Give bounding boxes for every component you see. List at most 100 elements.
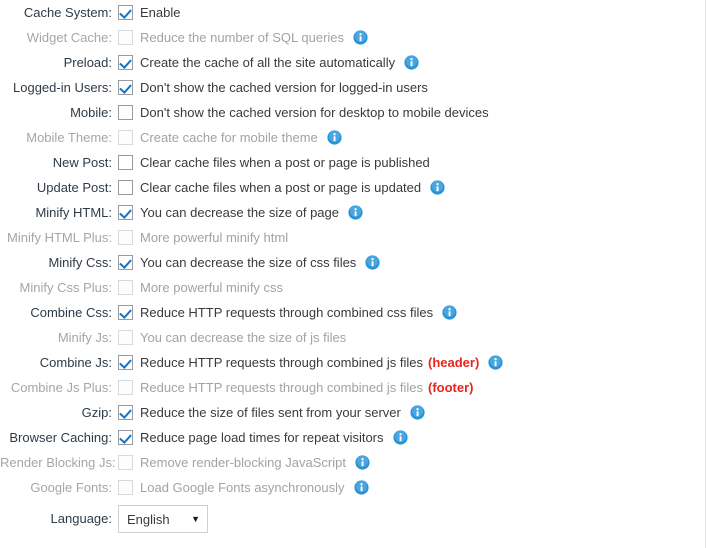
checkbox[interactable] (118, 255, 133, 270)
checkbox (118, 230, 133, 245)
settings-row: Minify Css Plus: More powerful minify css (0, 275, 705, 300)
option-label: You can decrease the size of js files (140, 330, 347, 345)
row-label: Language: (50, 511, 112, 526)
option-label: You can decrease the size of css files (140, 255, 357, 270)
checkbox[interactable] (118, 155, 133, 170)
row-label: Minify HTML: (35, 205, 112, 220)
row-label: Minify Css Plus: (19, 280, 112, 295)
settings-row: Browser Caching: Reduce page load times f… (0, 425, 705, 450)
info-icon[interactable] (365, 255, 380, 270)
option-label: Create the cache of all the site automat… (140, 55, 396, 70)
option-label: Reduce the number of SQL queries (140, 30, 345, 45)
option-label: Don't show the cached version for logged… (140, 80, 428, 95)
info-icon[interactable] (353, 30, 368, 45)
row-control: You can decrease the size of css files (118, 250, 380, 275)
settings-row: Google Fonts: Load Google Fonts asynchron… (0, 475, 705, 500)
checkbox[interactable] (118, 80, 133, 95)
option-label: Reduce HTTP requests through combined js… (140, 355, 424, 370)
row-label: Combine Js Plus: (10, 380, 112, 395)
row-label: Browser Caching: (9, 430, 112, 445)
info-icon[interactable] (353, 480, 369, 495)
checkbox[interactable] (118, 5, 133, 20)
row-label: Minify Css: (48, 255, 112, 270)
settings-row: Minify Css: You can decrease the size of … (0, 250, 705, 275)
row-label: Mobile Theme: (26, 130, 112, 145)
info-icon[interactable] (348, 205, 363, 220)
row-control: Reduce HTTP requests through combined cs… (118, 300, 457, 325)
row-control: You can decrease the size of js files (118, 325, 346, 350)
checkbox (118, 30, 133, 45)
row-control: More powerful minify css (118, 275, 283, 300)
settings-row: Combine Css: Reduce HTTP requests through… (0, 300, 705, 325)
row-label: Logged-in Users: (13, 80, 112, 95)
row-label: Widget Cache: (26, 30, 112, 45)
option-label: Clear cache files when a post or page is… (140, 155, 430, 170)
row-control: Reduce the number of SQL queries (118, 25, 368, 50)
option-tag: (footer) (428, 380, 474, 395)
row-control: Remove render-blocking JavaScript (118, 450, 370, 475)
settings-row: Gzip: Reduce the size of files sent from … (0, 400, 705, 425)
cache-settings-form: Cache System: Enable Widget Cache: Reduce t… (0, 0, 706, 548)
language-select[interactable]: English ▼ (118, 505, 208, 533)
option-label: Create cache for mobile theme (140, 130, 318, 145)
option-label: Don't show the cached version for deskto… (140, 105, 489, 120)
settings-row: Minify HTML: You can decrease the size of… (0, 200, 705, 225)
option-label: You can decrease the size of page (140, 205, 339, 220)
language-select-value: English (127, 511, 170, 527)
row-control: Clear cache files when a post or page is… (118, 150, 430, 175)
option-tag: (header) (428, 355, 480, 370)
row-control: Reduce HTTP requests through combined js… (118, 350, 503, 375)
option-label: More powerful minify css (140, 280, 284, 295)
row-label: Minify Js: (57, 330, 112, 345)
row-control: Don't show the cached version for deskto… (118, 100, 489, 125)
settings-row: Logged-in Users: Don't show the cached ve… (0, 75, 705, 100)
row-label: Update Post: (36, 180, 112, 195)
checkbox (118, 480, 133, 495)
row-control: Reduce the size of files sent from your … (118, 400, 425, 425)
option-label: Reduce the size of files sent from your … (140, 405, 401, 420)
option-label: Enable (140, 5, 181, 20)
info-icon[interactable] (410, 405, 425, 420)
checkbox (118, 455, 133, 470)
row-label: Render Blocking Js: (0, 455, 116, 470)
row-control: Reduce HTTP requests through combined js… (118, 375, 474, 400)
row-label: Combine Js: (39, 355, 112, 370)
info-icon[interactable] (355, 455, 370, 470)
option-label: More powerful minify html (140, 230, 289, 245)
checkbox[interactable] (118, 305, 133, 320)
settings-row: Combine Js: Reduce HTTP requests through … (0, 350, 705, 375)
info-icon[interactable] (488, 355, 503, 370)
row-control: Clear cache files when a post or page is… (118, 175, 445, 200)
checkbox[interactable] (118, 405, 133, 420)
settings-row: Update Post: Clear cache files when a pos… (0, 175, 705, 200)
row-label: New Post: (52, 155, 112, 170)
checkbox (118, 330, 133, 345)
checkbox[interactable] (118, 105, 133, 120)
row-label: Gzip: (81, 405, 112, 420)
chevron-down-icon: ▼ (191, 513, 200, 524)
info-icon[interactable] (442, 305, 457, 320)
info-icon[interactable] (327, 130, 342, 145)
row-label: Cache System: (23, 5, 112, 20)
checkbox[interactable] (118, 55, 133, 70)
row-control: Create the cache of all the site automat… (118, 50, 419, 75)
row-control: Create cache for mobile theme (118, 125, 342, 150)
row-control: English ▼ (118, 505, 208, 533)
info-icon[interactable] (404, 55, 419, 70)
info-icon[interactable] (430, 180, 445, 195)
checkbox[interactable] (118, 355, 133, 370)
checkbox[interactable] (118, 430, 133, 445)
checkbox[interactable] (118, 180, 133, 195)
row-label: Mobile: (70, 105, 112, 120)
row-control: Reduce page load times for repeat visito… (118, 425, 408, 450)
row-label: Minify HTML Plus: (7, 230, 112, 245)
settings-row: Mobile Theme: Create cache for mobile the… (0, 125, 705, 150)
settings-row: Preload: Create the cache of all the site… (0, 50, 705, 75)
checkbox[interactable] (118, 205, 133, 220)
row-control: Enable (118, 0, 180, 25)
row-label: Preload: (63, 55, 112, 70)
checkbox (118, 380, 133, 395)
info-icon[interactable] (392, 430, 408, 445)
settings-row: Minify Js: You can decrease the size of j… (0, 325, 705, 350)
option-label: Clear cache files when a post or page is… (140, 180, 422, 195)
